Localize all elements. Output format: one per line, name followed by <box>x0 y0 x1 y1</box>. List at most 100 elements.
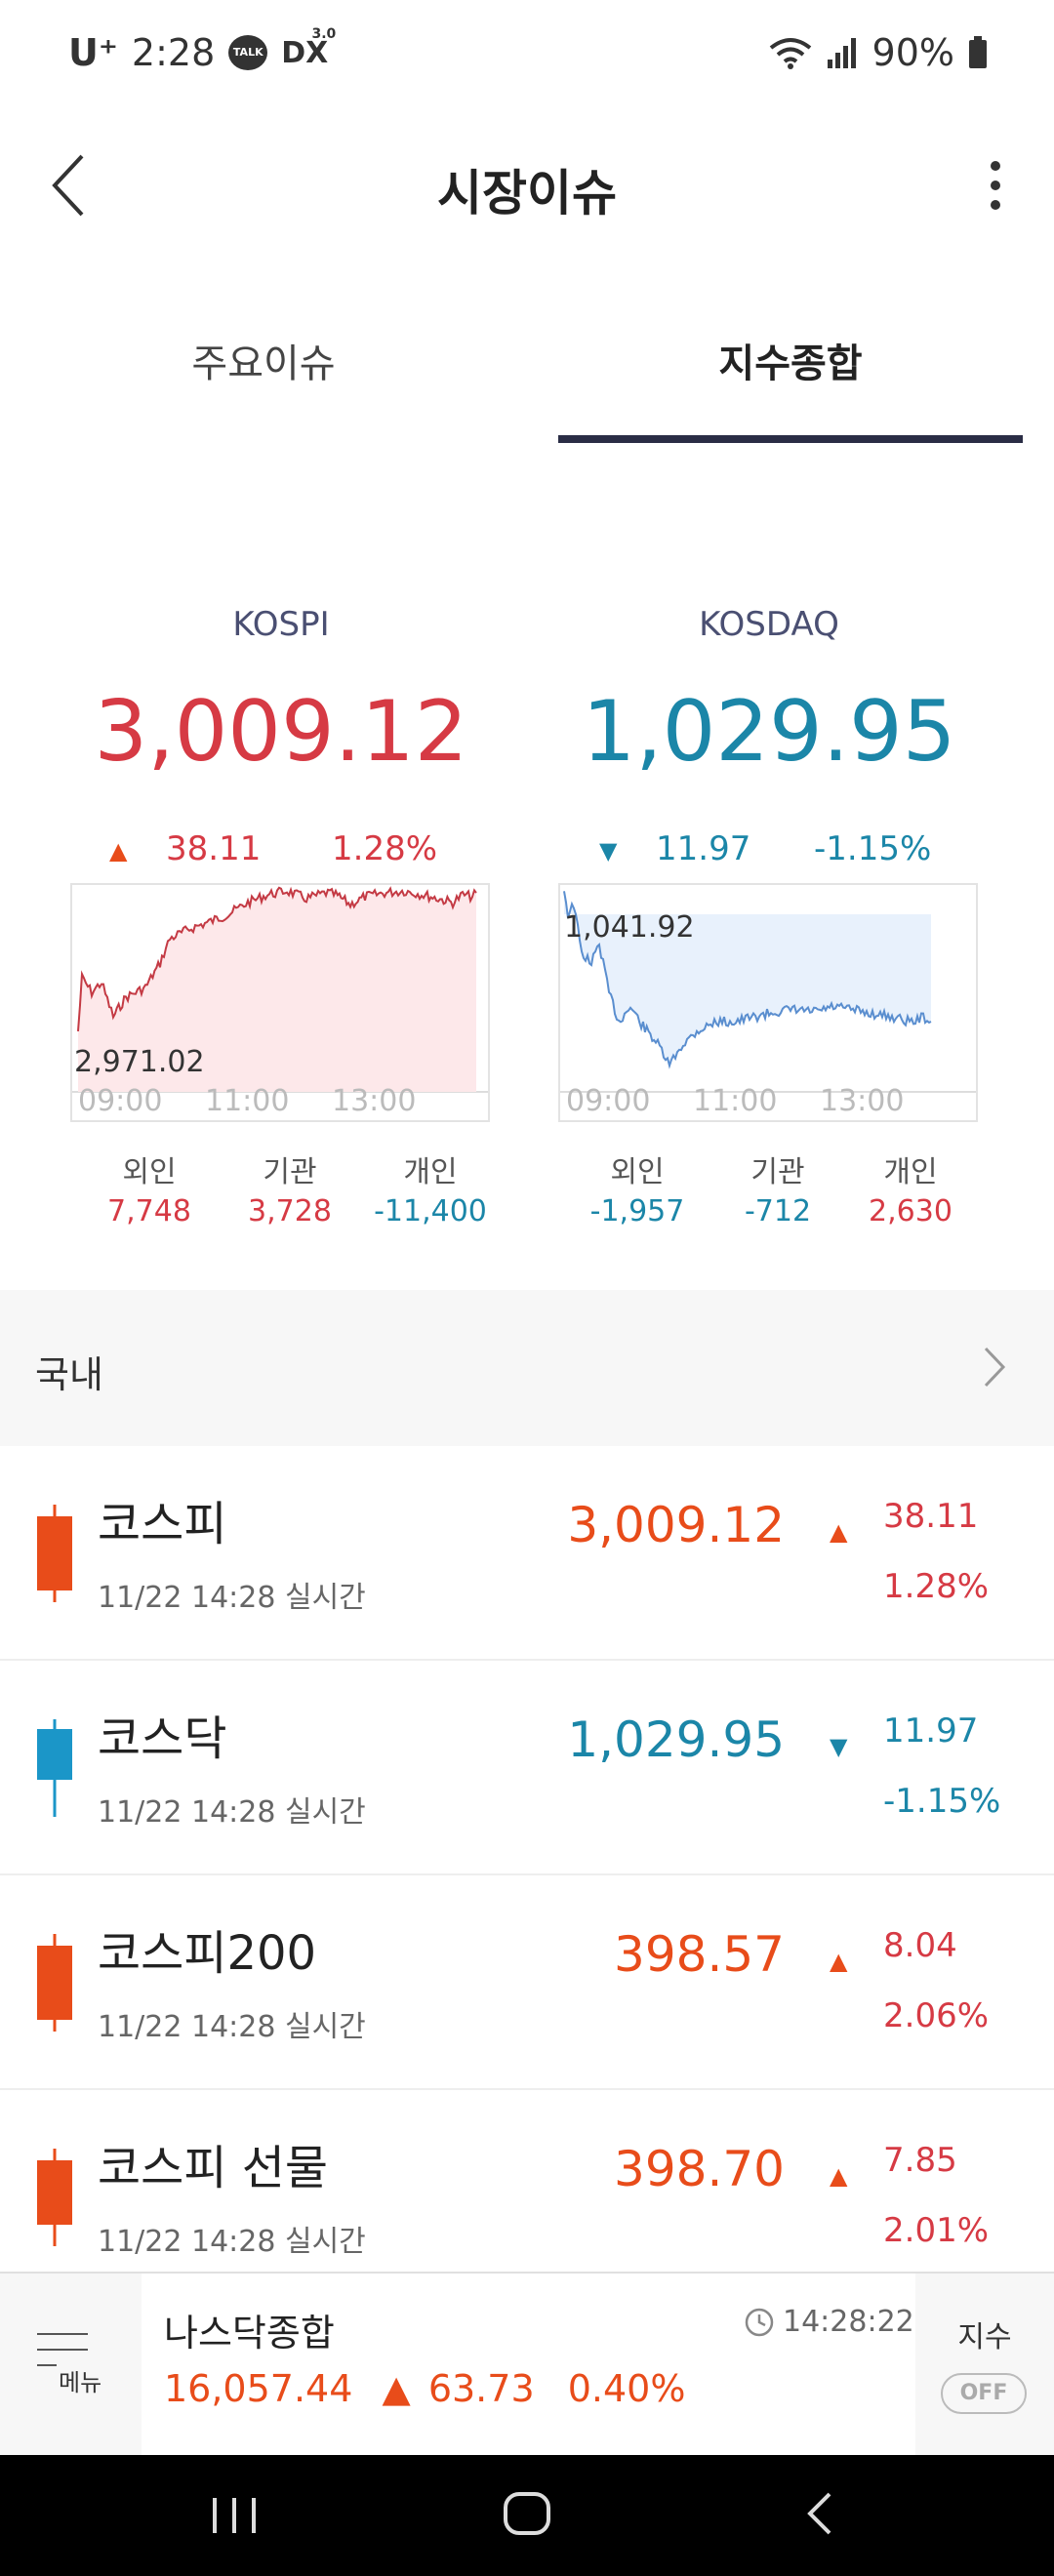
kospi-name: KOSPI <box>232 605 330 644</box>
row-price: 1,029.95 <box>567 1711 785 1768</box>
row-pct: 2.06% <box>883 1996 990 2035</box>
up-triangle-icon: ▲ <box>830 2162 848 2190</box>
row-time: 11/22 14:28 실시간 <box>98 2225 366 2259</box>
index-row-kospi[interactable]: 코스피 11/22 14:28 실시간 3,009.12 ▲ 38.11 1.2… <box>0 1446 1054 1661</box>
domestic-section-header[interactable] <box>0 1290 1054 1446</box>
down-triangle-icon: ▼ <box>830 1733 848 1760</box>
kosdaq-investor-label-institution: 기관 <box>750 1155 805 1189</box>
clock: 2:28 <box>131 31 216 74</box>
row-change: 38.11 <box>883 1497 979 1536</box>
row-change: 7.85 <box>883 2141 957 2180</box>
kospi-investor-value-institution: 3,728 <box>248 1194 332 1228</box>
ticker-time-wrap: 14:28:22 <box>744 2305 914 2339</box>
kospi-change: 38.11 <box>166 829 262 868</box>
home-button[interactable] <box>496 2482 558 2545</box>
wifi-icon <box>769 38 811 69</box>
ticker-pct: 0.40% <box>567 2367 686 2410</box>
index-toggle-area <box>915 2274 1054 2455</box>
status-bar: U⁺ 2:28 TALK DX 3.0 90% <box>0 0 1054 112</box>
tab-index-summary[interactable]: 지수종합 <box>527 332 1054 388</box>
row-name: 코스피 선물 <box>98 2141 329 2195</box>
row-change: 8.04 <box>883 1926 957 1965</box>
kospi-up-triangle-icon: ▲ <box>109 837 128 865</box>
back-arrow-icon <box>807 2492 831 2535</box>
kospi-low-label: 2,971.02 <box>74 1045 205 1079</box>
index-label: 지수 <box>957 2320 1012 2355</box>
kospi-investor-label-individual: 개인 <box>403 1155 458 1189</box>
up-triangle-icon: ▲ <box>830 1518 848 1546</box>
row-price: 3,009.12 <box>567 1497 785 1553</box>
status-left: U⁺ 2:28 TALK DX 3.0 <box>68 26 336 75</box>
dx-icon: DX 3.0 <box>281 26 336 70</box>
kosdaq-change: 11.97 <box>656 829 751 868</box>
battery-percent: 90% <box>872 31 954 74</box>
menu-label: 메뉴 <box>59 2369 102 2396</box>
kosdaq-xtick-0: 09:00 <box>566 1084 651 1118</box>
kospi-investor-label-foreign: 외인 <box>122 1155 177 1189</box>
row-price: 398.57 <box>614 1926 785 1983</box>
row-time: 11/22 14:28 실시간 <box>98 1795 366 1830</box>
ticker-quote: 16,057.44 ▲ 63.73 0.40% <box>164 2367 685 2410</box>
kosdaq-investor-value-institution: -712 <box>744 1194 812 1228</box>
ticker-price: 16,057.44 <box>164 2367 353 2410</box>
talk-icon: TALK <box>228 35 268 70</box>
kosdaq-name: KOSDAQ <box>699 605 839 644</box>
kospi-value[interactable]: 3,009.12 <box>37 683 525 781</box>
kosdaq-value[interactable]: 1,029.95 <box>525 683 1013 781</box>
kospi-change-pct: 1.28% <box>332 829 438 868</box>
index-row-kospi200[interactable]: 코스피200 11/22 14:28 실시간 398.57 ▲ 8.04 2.0… <box>0 1875 1054 2090</box>
index-toggle[interactable]: OFF <box>941 2373 1027 2414</box>
home-icon <box>504 2492 550 2535</box>
index-row-kosdaq[interactable]: 코스닥 11/22 14:28 실시간 1,029.95 ▼ 11.97 -1.… <box>0 1661 1054 1875</box>
battery-icon <box>969 36 987 68</box>
dx-superscript: 3.0 <box>311 25 337 42</box>
kosdaq-xtick-2: 13:00 <box>820 1084 905 1118</box>
chevron-right-icon[interactable] <box>980 1343 1009 1391</box>
domestic-section-title: 국내 <box>35 1353 103 1396</box>
recents-icon <box>213 2498 256 2533</box>
kospi-investor-label-institution: 기관 <box>263 1155 317 1189</box>
ticker-time: 14:28:22 <box>783 2305 914 2339</box>
row-name: 코스닥 <box>98 1711 227 1766</box>
kospi-xtick-0: 09:00 <box>78 1084 163 1118</box>
kosdaq-xtick-1: 11:00 <box>693 1084 778 1118</box>
clock-icon <box>745 2308 774 2336</box>
ticker-change: 63.73 <box>427 2367 535 2410</box>
kospi-xtick-1: 11:00 <box>205 1084 290 1118</box>
kosdaq-investor-value-individual: 2,630 <box>869 1194 953 1228</box>
kospi-investor-value-individual: -11,400 <box>374 1194 487 1228</box>
tab-major-issues[interactable]: 주요이슈 <box>0 332 527 388</box>
signal-icon <box>827 38 856 68</box>
kosdaq-investor-label-foreign: 외인 <box>610 1155 665 1189</box>
tab-indicator <box>558 435 1023 443</box>
ticker-bar[interactable] <box>0 2272 1054 2457</box>
row-name: 코스피200 <box>98 1926 317 1981</box>
system-back-button[interactable] <box>790 2482 849 2545</box>
kospi-xtick-2: 13:00 <box>332 1084 417 1118</box>
kosdaq-change-pct: -1.15% <box>814 829 932 868</box>
row-pct: 2.01% <box>883 2211 990 2250</box>
system-nav-bar <box>0 2455 1054 2576</box>
status-right: 90% <box>769 31 988 74</box>
kospi-chart[interactable]: 2,971.02 09:00 11:00 13:00 <box>70 883 490 1122</box>
row-name: 코스피 <box>98 1497 227 1551</box>
row-change: 11.97 <box>883 1711 979 1751</box>
candle-up-icon <box>37 1505 72 1602</box>
kosdaq-down-triangle-icon: ▼ <box>599 837 618 865</box>
up-triangle-icon: ▲ <box>830 1948 848 1975</box>
carrier-label: U⁺ <box>68 31 118 74</box>
kosdaq-investor-value-foreign: -1,957 <box>589 1194 685 1228</box>
row-price: 398.70 <box>614 2141 785 2197</box>
row-pct: -1.15% <box>883 1782 1001 1821</box>
recents-button[interactable] <box>205 2484 264 2547</box>
kosdaq-investor-label-individual: 개인 <box>883 1155 938 1189</box>
candle-up-icon <box>37 1934 72 2032</box>
kospi-investor-value-foreign: 7,748 <box>107 1194 191 1228</box>
kosdaq-chart[interactable]: 1,041.92 09:00 11:00 13:00 <box>558 883 978 1122</box>
row-time: 11/22 14:28 실시간 <box>98 1581 366 1615</box>
row-time: 11/22 14:28 실시간 <box>98 2010 366 2044</box>
more-vertical-icon <box>991 161 1000 210</box>
more-options-button[interactable] <box>976 156 1015 215</box>
page-title: 시장이슈 <box>437 165 617 221</box>
row-pct: 1.28% <box>883 1567 990 1606</box>
